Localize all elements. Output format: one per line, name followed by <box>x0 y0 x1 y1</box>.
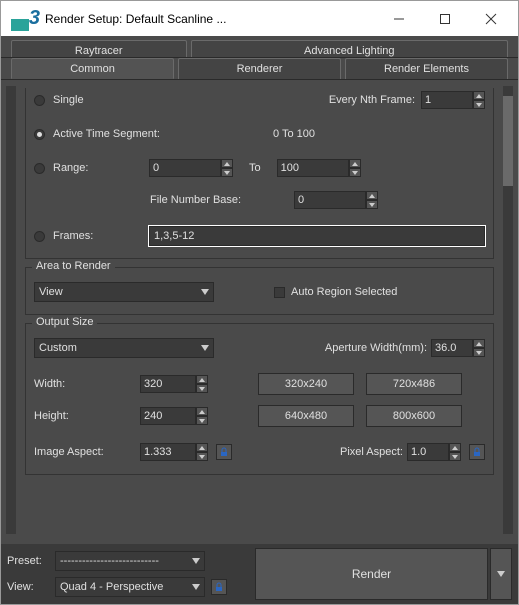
scrollbar-thumb[interactable] <box>503 96 513 186</box>
label-frames: Frames: <box>53 230 149 242</box>
height-down[interactable] <box>196 416 208 425</box>
group-title-output-size: Output Size <box>32 316 97 328</box>
file-number-base-input[interactable] <box>294 191 366 209</box>
output-preset-value: Custom <box>39 342 77 354</box>
range-from-up[interactable] <box>221 159 233 168</box>
area-mode-value: View <box>39 286 63 298</box>
auto-region-checkbox[interactable] <box>274 287 285 298</box>
preset-value: --------------------------- <box>60 555 159 567</box>
file-number-base-up[interactable] <box>366 191 378 200</box>
radio-range[interactable] <box>34 163 45 174</box>
lock-icon <box>219 447 229 457</box>
frames-input[interactable] <box>149 226 485 246</box>
pixel-aspect-input[interactable] <box>407 443 449 461</box>
every-nth-input[interactable] <box>421 91 473 109</box>
label-view: View: <box>7 581 49 593</box>
output-preset-dropdown[interactable]: Custom <box>34 338 214 358</box>
window-title: Render Setup: Default Scanline ... <box>45 12 376 26</box>
tab-advanced-lighting[interactable]: Advanced Lighting <box>191 40 508 57</box>
chevron-down-icon <box>192 584 200 590</box>
image-aspect-lock-button[interactable] <box>216 444 232 460</box>
view-value: Quad 4 - Perspective <box>60 581 163 593</box>
label-to: To <box>249 162 261 174</box>
every-nth-up[interactable] <box>473 91 485 100</box>
tab-row-secondary: Raytracer Advanced Lighting <box>1 36 518 58</box>
preset-dropdown[interactable]: --------------------------- <box>55 551 205 571</box>
close-button[interactable] <box>468 4 514 34</box>
radio-single[interactable] <box>34 95 45 106</box>
area-mode-dropdown[interactable]: View <box>34 282 214 302</box>
view-lock-button[interactable] <box>211 579 227 595</box>
chevron-down-icon <box>192 558 200 564</box>
chevron-down-icon <box>497 571 505 577</box>
chevron-down-icon <box>201 289 209 295</box>
radio-frames[interactable] <box>34 231 45 242</box>
render-dropdown-button[interactable] <box>490 548 512 600</box>
label-preset: Preset: <box>7 555 49 567</box>
lock-icon <box>472 447 482 457</box>
label-active-segment: Active Time Segment: <box>53 128 183 140</box>
chevron-down-icon <box>201 345 209 351</box>
group-output-size: Output Size Custom Aperture Width(mm): <box>25 323 494 475</box>
width-up[interactable] <box>196 375 208 384</box>
title-bar: 3 Render Setup: Default Scanline ... <box>1 1 518 36</box>
label-pixel-aspect: Pixel Aspect: <box>340 446 403 458</box>
tab-common[interactable]: Common <box>11 58 174 79</box>
bottom-bar: Preset: --------------------------- View… <box>1 544 518 604</box>
range-to-input[interactable] <box>277 159 349 177</box>
label-image-aspect: Image Aspect: <box>34 446 124 458</box>
scrollbar-track[interactable] <box>503 86 513 534</box>
render-button[interactable]: Render <box>255 548 488 600</box>
range-from-input[interactable] <box>149 159 221 177</box>
file-number-base-down[interactable] <box>366 200 378 209</box>
group-time-output: Single Every Nth Frame: Active Time Segm… <box>25 88 494 259</box>
height-up[interactable] <box>196 407 208 416</box>
label-file-number-base: File Number Base: <box>150 194 270 206</box>
aperture-input[interactable] <box>431 339 473 357</box>
width-input[interactable] <box>140 375 196 393</box>
preset-640x480-button[interactable]: 640x480 <box>258 405 354 427</box>
preset-320x240-button[interactable]: 320x240 <box>258 373 354 395</box>
preset-800x600-button[interactable]: 800x600 <box>366 405 462 427</box>
active-segment-range: 0 To 100 <box>273 128 315 140</box>
group-area-to-render: Area to Render View Auto Region Selected <box>25 267 494 315</box>
width-down[interactable] <box>196 384 208 393</box>
every-nth-down[interactable] <box>473 100 485 109</box>
range-from-down[interactable] <box>221 168 233 177</box>
aperture-down[interactable] <box>473 348 485 357</box>
group-title-area: Area to Render <box>32 260 115 272</box>
label-single: Single <box>53 94 133 106</box>
panel-drag-gutter[interactable] <box>6 86 16 534</box>
label-height: Height: <box>34 410 94 422</box>
label-range: Range: <box>53 162 133 174</box>
range-to-down[interactable] <box>349 168 361 177</box>
image-aspect-input[interactable] <box>140 443 196 461</box>
maximize-button[interactable] <box>422 4 468 34</box>
panel-scroll-area: Single Every Nth Frame: Active Time Segm… <box>1 80 518 540</box>
lock-icon <box>214 582 224 592</box>
image-aspect-up[interactable] <box>196 443 208 452</box>
label-every-nth: Every Nth Frame: <box>329 94 415 106</box>
minimize-button[interactable] <box>376 4 422 34</box>
pixel-aspect-up[interactable] <box>449 443 461 452</box>
pixel-aspect-lock-button[interactable] <box>469 444 485 460</box>
tab-renderer[interactable]: Renderer <box>178 58 341 79</box>
label-aperture: Aperture Width(mm): <box>325 342 427 354</box>
image-aspect-down[interactable] <box>196 452 208 461</box>
label-width: Width: <box>34 378 94 390</box>
view-dropdown[interactable]: Quad 4 - Perspective <box>55 577 205 597</box>
app-icon: 3 <box>11 7 35 31</box>
tab-render-elements[interactable]: Render Elements <box>345 58 508 79</box>
aperture-up[interactable] <box>473 339 485 348</box>
pixel-aspect-down[interactable] <box>449 452 461 461</box>
height-input[interactable] <box>140 407 196 425</box>
label-auto-region: Auto Region Selected <box>291 286 397 298</box>
range-to-up[interactable] <box>349 159 361 168</box>
tab-raytracer[interactable]: Raytracer <box>11 40 187 57</box>
radio-active-segment[interactable] <box>34 129 45 140</box>
preset-720x486-button[interactable]: 720x486 <box>366 373 462 395</box>
tab-row-primary: Common Renderer Render Elements <box>1 58 518 80</box>
